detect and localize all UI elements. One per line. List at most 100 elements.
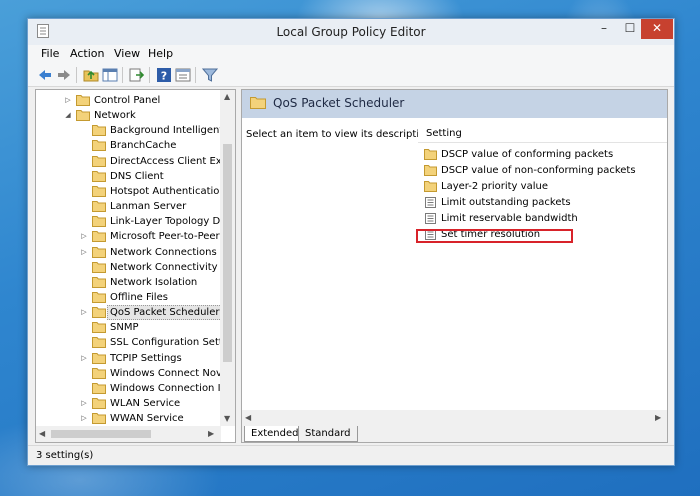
tree-item[interactable]: Lanman Server — [36, 199, 220, 214]
policy-setting-icon — [424, 197, 437, 208]
details-pane: QoS Packet Scheduler Select an item to v… — [241, 89, 668, 443]
properties-icon[interactable] — [175, 67, 191, 83]
setting-label: Layer-2 priority value — [441, 181, 548, 192]
tree-item-label: SSL Configuration Setti — [110, 337, 226, 349]
tree-item[interactable]: Link-Layer Topology D — [36, 214, 220, 229]
collapsed-arrow-icon[interactable]: ▷ — [79, 245, 89, 260]
tree-item[interactable]: Network Isolation — [36, 275, 220, 290]
folder-icon — [92, 246, 106, 258]
tree-item[interactable]: ▷ WWAN Service — [36, 411, 220, 426]
tree-item[interactable]: Background Intelligent — [36, 123, 224, 138]
tree-item[interactable]: ▷ WLAN Service — [36, 396, 220, 411]
tree-item-label: WLAN Service — [110, 398, 181, 409]
tree-item-label: WWAN Service — [110, 413, 184, 425]
title-bar[interactable]: Local Group Policy Editor – ☐ ✕ — [28, 19, 674, 45]
collapsed-arrow-icon[interactable]: ▷ — [79, 229, 89, 244]
tree-item[interactable]: Hotspot Authenticatior — [36, 184, 224, 199]
tree-item[interactable]: Network Connectivity S — [36, 260, 227, 275]
collapsed-arrow-icon[interactable]: ▷ — [79, 411, 89, 426]
tree-item[interactable]: Windows Connect Nov — [36, 366, 222, 381]
window-title: Local Group Policy Editor — [276, 25, 426, 39]
menu-help[interactable]: Help — [148, 47, 173, 60]
show-hide-tree-icon[interactable] — [102, 67, 118, 83]
filter-icon[interactable] — [202, 67, 218, 83]
tab-extended[interactable]: Extended — [244, 426, 306, 442]
tree-item-label: Link-Layer Topology D — [110, 216, 221, 228]
setting-label: DSCP value of non-conforming packets — [441, 165, 636, 176]
setting-column-label[interactable]: Setting — [426, 128, 462, 139]
collapsed-arrow-icon[interactable]: ▷ — [79, 351, 89, 366]
folder-icon — [92, 413, 106, 425]
folder-icon — [92, 291, 106, 303]
close-button[interactable]: ✕ — [641, 19, 673, 39]
folder-icon — [424, 181, 437, 192]
tree-item-label: Hotspot Authenticatior — [110, 185, 224, 197]
menu-file[interactable]: File — [41, 47, 59, 60]
folder-icon — [92, 216, 106, 228]
export-list-icon[interactable] — [129, 67, 145, 83]
maximize-button[interactable]: ☐ — [617, 19, 643, 39]
tree-item-label: Lanman Server — [110, 201, 187, 213]
help-icon[interactable]: ? — [156, 67, 172, 83]
tree-item[interactable]: SNMP — [36, 320, 220, 335]
scroll-left-icon[interactable]: ◀ — [245, 413, 251, 422]
scroll-up-icon[interactable]: ▲ — [224, 92, 230, 101]
tree-item[interactable]: ▷ QoS Packet Scheduler — [36, 305, 223, 321]
tree-vertical-scroll-thumb[interactable] — [223, 144, 232, 362]
tree-item-label: QoS Packet Scheduler — [107, 305, 223, 321]
tree-item[interactable]: DNS Client — [36, 169, 220, 184]
tab-standard[interactable]: Standard — [298, 426, 358, 442]
scroll-right-icon[interactable]: ▶ — [655, 413, 661, 422]
tree-item[interactable]: ▷ Control Panel — [36, 93, 220, 108]
tree-item[interactable]: ▷ TCPIP Settings — [36, 351, 220, 366]
folder-icon — [92, 201, 106, 213]
scroll-down-icon[interactable]: ▼ — [224, 414, 230, 423]
highlight-annotation-box — [416, 229, 573, 243]
toolbar-separator — [122, 67, 123, 83]
tree-item-label: Windows Connection I — [110, 382, 221, 394]
back-icon[interactable] — [37, 67, 53, 83]
tree-item-label: Background Intelligent — [110, 125, 224, 137]
menu-action[interactable]: Action — [70, 47, 104, 60]
tree-item-label: Network Connections — [110, 246, 217, 258]
description-text: Select an item to view its description. — [246, 129, 435, 140]
toolbar-separator — [76, 67, 77, 83]
tree-horizontal-scroll-thumb[interactable] — [51, 430, 151, 438]
tree-horizontal-scrollbar[interactable]: ◀ ▶ — [36, 426, 221, 442]
navigation-tree[interactable]: ▷ Control Panel ◢ Network Background Intelli… — [35, 89, 236, 443]
tree-item[interactable]: Windows Connection I — [36, 381, 221, 396]
up-folder-icon[interactable] — [83, 67, 99, 83]
status-text: 3 setting(s) — [36, 450, 94, 461]
scroll-right-icon[interactable]: ▶ — [208, 429, 214, 438]
collapsed-arrow-icon[interactable]: ▷ — [79, 305, 89, 320]
folder-icon — [92, 322, 106, 334]
tree-item-label: DirectAccess Client Exp — [110, 155, 229, 167]
collapsed-arrow-icon[interactable]: ▷ — [63, 93, 73, 108]
collapsed-arrow-icon[interactable]: ▷ — [79, 396, 89, 411]
tree-item[interactable]: BranchCache — [36, 138, 220, 153]
details-title: QoS Packet Scheduler — [273, 96, 405, 110]
menu-view[interactable]: View — [114, 47, 140, 60]
folder-icon — [92, 337, 106, 349]
expanded-arrow-icon[interactable]: ◢ — [63, 108, 73, 123]
folder-icon — [92, 398, 106, 409]
tree-item[interactable]: ▷ Microsoft Peer-to-Peer — [36, 229, 220, 244]
tree-item[interactable]: ▷ Network Connections — [36, 245, 220, 260]
tree-item[interactable]: DirectAccess Client Exp — [36, 154, 228, 169]
details-header: QoS Packet Scheduler — [242, 90, 667, 118]
forward-icon[interactable] — [56, 67, 72, 83]
details-horizontal-scrollbar[interactable]: ◀ ▶ — [242, 410, 667, 426]
scroll-left-icon[interactable]: ◀ — [39, 429, 45, 438]
folder-icon — [92, 170, 106, 182]
folder-icon — [92, 276, 106, 288]
minimize-button[interactable]: – — [591, 19, 617, 39]
toolbar-separator — [149, 67, 150, 83]
folder-icon — [92, 155, 106, 167]
menu-bar: File Action View Help — [28, 45, 674, 63]
tree-item-label: BranchCache — [110, 140, 177, 152]
tree-item[interactable]: Offline Files — [36, 290, 220, 305]
tree-item[interactable]: ◢ Network — [36, 108, 220, 123]
tree-item[interactable]: SSL Configuration Setti — [36, 335, 226, 350]
tree-vertical-scrollbar[interactable]: ▲ ▼ — [220, 90, 235, 426]
tree-item-label: Network Connectivity S — [110, 261, 228, 273]
